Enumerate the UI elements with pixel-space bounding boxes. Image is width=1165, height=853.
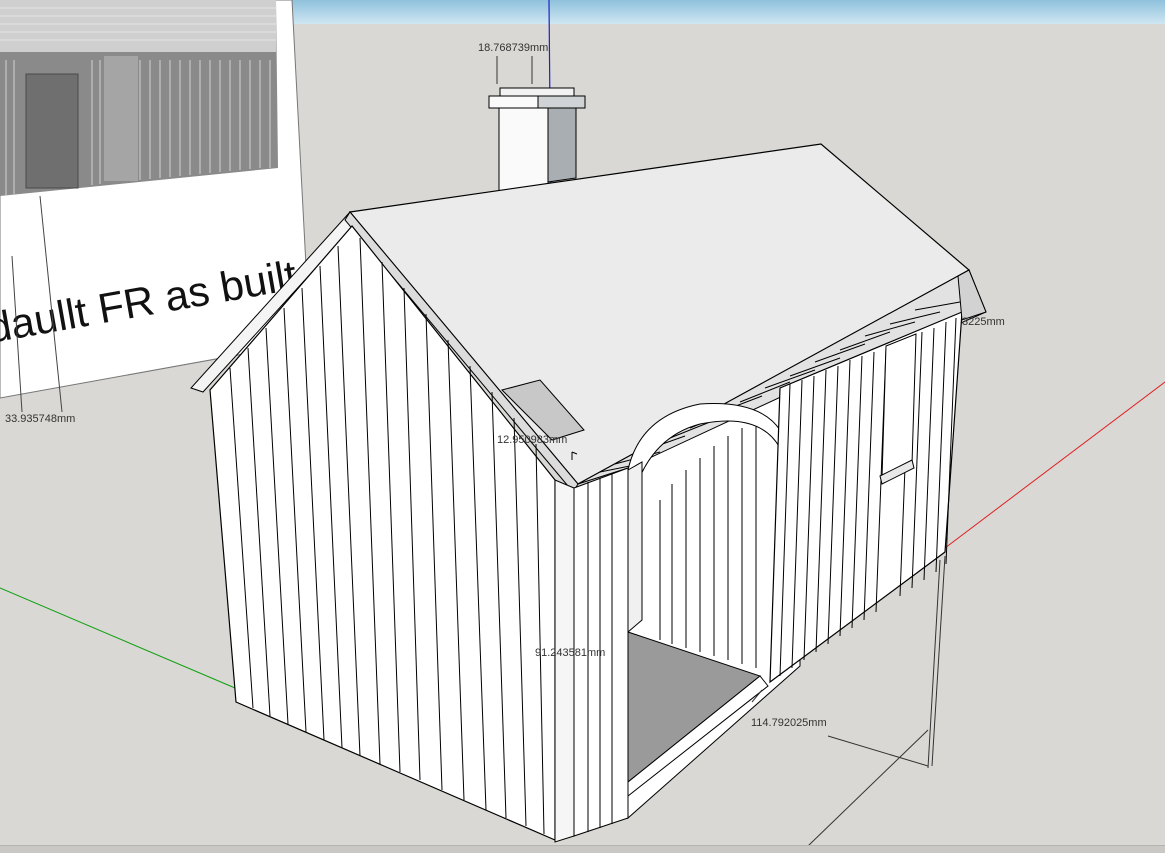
- reference-door: [25, 73, 79, 189]
- model-viewport[interactable]: daullt FR as built 18.768739mm 33.935748…: [0, 0, 1165, 853]
- reference-photo: [0, 0, 278, 196]
- dimension-eave-offset[interactable]: 12.950983mm: [497, 434, 567, 446]
- status-bar: [0, 845, 1165, 853]
- dimension-chimney-width[interactable]: 18.768739mm: [478, 42, 548, 54]
- dimension-wall-height[interactable]: 91.243581mm: [535, 647, 605, 659]
- dimension-left-height[interactable]: 33.935748mm: [5, 413, 75, 425]
- side-window[interactable]: [879, 333, 917, 485]
- dimension-depth[interactable]: 114.792025mm: [751, 717, 827, 729]
- dimension-right-partial[interactable]: 3225mm: [962, 316, 1005, 328]
- corner-post: [554, 479, 575, 843]
